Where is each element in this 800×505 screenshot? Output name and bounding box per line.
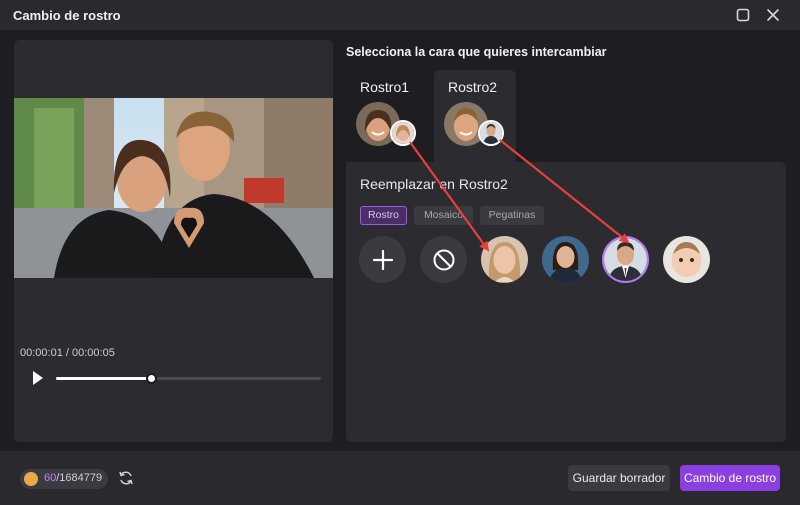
- footer-bar: 60/1684779 Guardar borrador Cambio de ro…: [0, 451, 800, 505]
- replace-panel: Reemplazar en Rostro2 Rostro Mosaico Peg…: [346, 162, 786, 442]
- timeline-progress: [56, 377, 152, 380]
- prohibited-icon: [433, 249, 454, 270]
- timeline-slider[interactable]: [56, 373, 321, 384]
- video-preview-panel: 00:00:01 / 00:00:05: [14, 40, 333, 442]
- face-thumbnail-replacement: [390, 120, 416, 146]
- tab-label: Rostro2: [448, 79, 498, 95]
- credits-total: /1684779: [56, 472, 103, 484]
- credits-text: 60/1684779: [44, 472, 102, 484]
- title-bar: Cambio de rostro: [0, 0, 800, 30]
- save-draft-button[interactable]: Guardar borrador: [568, 465, 670, 491]
- tab-rostro1[interactable]: Rostro1: [346, 70, 428, 162]
- face-option-baby[interactable]: [663, 236, 710, 283]
- face-option-woman-blonde[interactable]: [481, 236, 528, 283]
- credits-used: 60: [44, 472, 57, 484]
- maximize-icon[interactable]: [734, 6, 752, 24]
- add-face-button[interactable]: [359, 236, 406, 283]
- playback-time: 00:00:01 / 00:00:05: [20, 347, 115, 359]
- tab-rostro[interactable]: Rostro: [360, 206, 407, 225]
- play-icon[interactable]: [32, 370, 44, 386]
- credits-badge: 60/1684779: [20, 469, 108, 489]
- plus-icon: [372, 249, 393, 270]
- face-select-heading: Selecciona la cara que quieres intercamb…: [346, 45, 607, 59]
- refresh-icon[interactable]: [118, 470, 134, 486]
- tab-rostro2[interactable]: Rostro2: [434, 70, 516, 162]
- tab-mosaico[interactable]: Mosaico: [414, 206, 473, 225]
- face-option-man-suit[interactable]: [602, 236, 649, 283]
- close-icon[interactable]: [764, 6, 782, 24]
- tab-label: Rostro1: [360, 79, 410, 95]
- face-option-woman-business[interactable]: [542, 236, 589, 283]
- face-thumbnail-replacement: [478, 120, 504, 146]
- tab-pegatinas[interactable]: Pegatinas: [480, 206, 544, 225]
- face-swap-button[interactable]: Cambio de rostro: [680, 465, 780, 491]
- window-title: Cambio de rostro: [13, 8, 121, 23]
- no-face-button[interactable]: [420, 236, 467, 283]
- timeline-handle[interactable]: [146, 373, 158, 384]
- replace-title: Reemplazar en Rostro2: [360, 176, 508, 192]
- coin-icon: [24, 472, 38, 486]
- video-preview: [14, 98, 333, 278]
